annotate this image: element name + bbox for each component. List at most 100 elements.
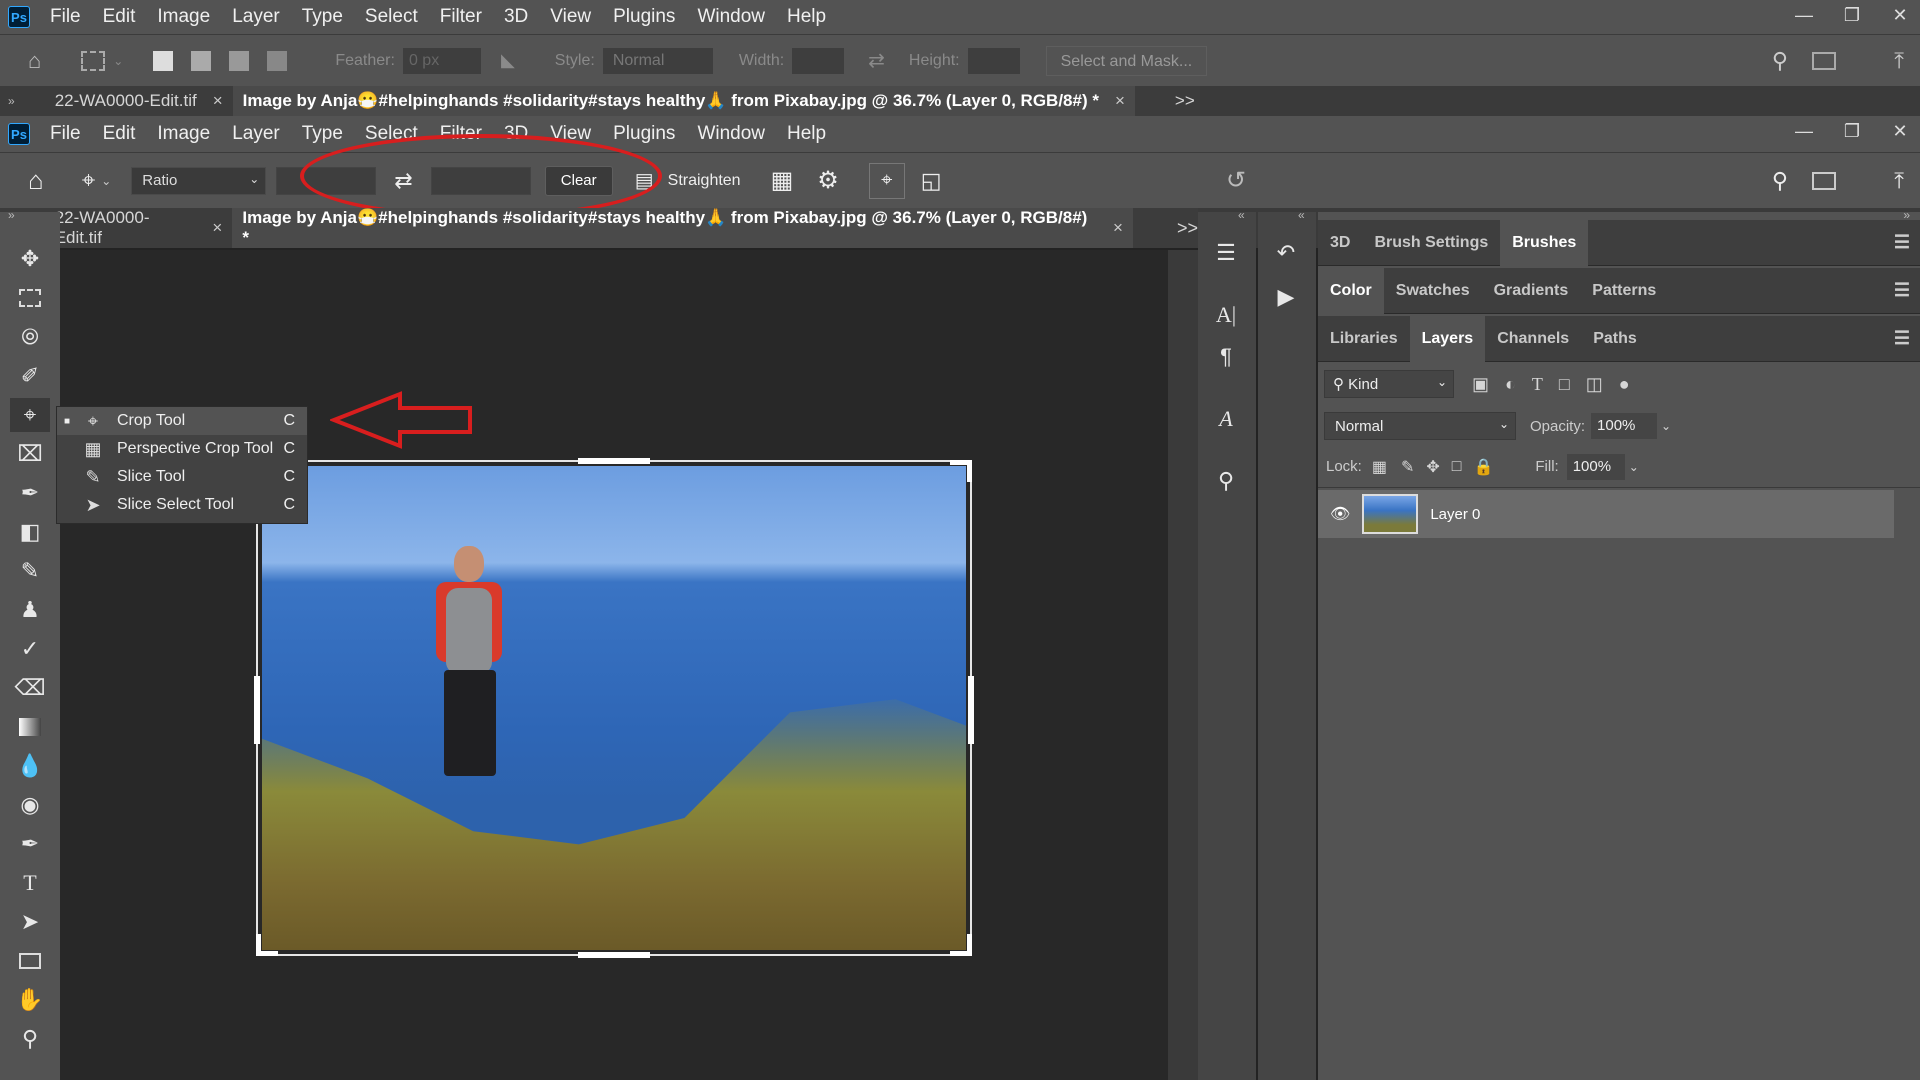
glyphs-icon[interactable]: A: [1206, 402, 1246, 436]
frame-tool-icon[interactable]: ⌧: [10, 437, 50, 471]
crop-handle-top[interactable]: [578, 458, 650, 464]
restore-icon[interactable]: ❐: [1832, 116, 1872, 150]
character-icon[interactable]: A|: [1206, 298, 1246, 332]
tab-gradients[interactable]: Gradients: [1482, 268, 1581, 314]
intersect-selection-icon[interactable]: [267, 50, 288, 71]
brush-tool-icon[interactable]: ✎: [10, 554, 50, 588]
hand-tool-icon[interactable]: ✋: [10, 983, 50, 1017]
tab-brushes[interactable]: Brushes: [1500, 219, 1589, 266]
tab-brush-settings[interactable]: Brush Settings: [1362, 220, 1500, 266]
blur-tool-icon[interactable]: 💧: [10, 749, 50, 783]
feather-input[interactable]: 0 px: [402, 47, 481, 74]
properties-icon[interactable]: ☰: [1206, 236, 1246, 270]
new-selection-icon[interactable]: [153, 50, 174, 71]
move-tool-icon[interactable]: ✥: [10, 242, 50, 276]
crop-handle-bottom[interactable]: [578, 952, 650, 958]
tab-doc-1[interactable]: 22-WA0000-Edit.tif ×: [45, 208, 233, 248]
shape-filter-icon[interactable]: □: [1559, 374, 1570, 395]
actions-play-icon[interactable]: ▶: [1266, 280, 1306, 314]
menu-edit[interactable]: Edit: [103, 6, 136, 28]
home-icon[interactable]: ⌂: [28, 48, 41, 74]
layer-name[interactable]: Layer 0: [1430, 506, 1480, 523]
menu-plugins[interactable]: Plugins: [613, 123, 675, 145]
menu-file[interactable]: File: [50, 123, 81, 145]
close-icon[interactable]: ×: [213, 91, 223, 111]
marquee-icon[interactable]: [81, 50, 106, 71]
crop-handle-left[interactable]: [254, 676, 260, 744]
vertical-scrollbar[interactable]: [1168, 250, 1198, 1080]
tab-color[interactable]: Color: [1318, 267, 1384, 314]
menu-type[interactable]: Type: [302, 6, 343, 28]
eraser-tool-icon[interactable]: ⌫: [10, 671, 50, 705]
chevron-down-icon[interactable]: ⌄: [101, 174, 111, 188]
lasso-tool-icon[interactable]: ⦾: [10, 320, 50, 354]
lock-transparent-icon[interactable]: ▦: [1372, 457, 1387, 477]
menu-layer[interactable]: Layer: [232, 123, 280, 145]
opacity-input[interactable]: 100%: [1591, 413, 1658, 439]
subtract-selection-icon[interactable]: [229, 50, 250, 71]
menu-view[interactable]: View: [550, 6, 591, 28]
restore-icon[interactable]: ❐: [1832, 0, 1872, 34]
chevron-down-icon[interactable]: ⌄: [1629, 460, 1639, 474]
tab-swatches[interactable]: Swatches: [1384, 268, 1482, 314]
tab-overflow-icon[interactable]: >>: [1177, 218, 1198, 239]
rectangle-tool-icon[interactable]: [10, 944, 50, 978]
chevron-down-icon[interactable]: ⌄: [1661, 419, 1671, 433]
collapse-icon[interactable]: «: [1238, 208, 1245, 222]
menu-window[interactable]: Window: [697, 6, 765, 28]
swap-icon[interactable]: ⇄: [868, 48, 885, 73]
marquee-tool-icon[interactable]: [10, 281, 50, 315]
zoom-tool-icon[interactable]: ⚲: [10, 1022, 50, 1056]
ratio-select[interactable]: Ratio ⌄: [131, 166, 267, 195]
share-icon[interactable]: ⤒: [1894, 168, 1904, 194]
chevron-down-icon[interactable]: ⌄: [113, 54, 123, 68]
select-and-mask-button[interactable]: Select and Mask...: [1045, 45, 1208, 76]
minimize-icon[interactable]: —: [1784, 116, 1824, 150]
reset-icon[interactable]: ↺: [1226, 166, 1246, 195]
type-tool-icon[interactable]: T: [10, 866, 50, 900]
workspace-icon[interactable]: [1812, 51, 1836, 70]
menu-image[interactable]: Image: [157, 6, 210, 28]
close-window-icon[interactable]: ✕: [1880, 116, 1920, 150]
tab-patterns[interactable]: Patterns: [1580, 268, 1668, 314]
flyout-item-slice[interactable]: ✎ Slice Tool C: [57, 463, 307, 491]
dodge-tool-icon[interactable]: ◉: [10, 788, 50, 822]
grid-overlay-icon[interactable]: ▦: [771, 166, 794, 195]
ghost-tab-2[interactable]: Image by Anja😷#helpinghands #solidarity#…: [232, 86, 1135, 116]
crop-handle-right[interactable]: [968, 676, 974, 744]
flyout-item-perspective-crop[interactable]: ▦ Perspective Crop Tool C: [57, 435, 307, 463]
tab-paths[interactable]: Paths: [1581, 316, 1649, 362]
menu-select[interactable]: Select: [365, 6, 418, 28]
panel-menu-icon[interactable]: ☰: [1894, 280, 1910, 301]
tab-doc-2[interactable]: Image by Anja😷#helpinghands #solidarity#…: [232, 208, 1133, 248]
history-icon[interactable]: ↶: [1266, 236, 1306, 270]
type-filter-icon[interactable]: T: [1532, 374, 1543, 395]
straighten-label[interactable]: Straighten: [668, 172, 741, 190]
content-aware-icon[interactable]: ◱: [921, 168, 942, 194]
crop-boundary[interactable]: [256, 460, 972, 956]
crop-tool-icon[interactable]: ⌖: [10, 398, 50, 432]
flyout-item-slice-select[interactable]: ➤ Slice Select Tool C: [57, 491, 307, 519]
style-select[interactable]: Normal: [602, 47, 713, 74]
gradient-tool-icon[interactable]: [10, 710, 50, 744]
ghost-tab-1[interactable]: 22-WA0000-Edit.tif ×: [45, 86, 233, 116]
height-input[interactable]: [967, 47, 1020, 74]
tab-layers[interactable]: Layers: [1409, 315, 1486, 362]
lock-artboard-icon[interactable]: □: [1452, 458, 1462, 476]
pixel-filter-icon[interactable]: ▣: [1472, 374, 1489, 395]
tab-overflow-icon[interactable]: >>: [1175, 91, 1195, 111]
anti-alias-icon[interactable]: ◣: [501, 50, 515, 71]
collapse-icon[interactable]: »: [8, 94, 15, 108]
menu-help[interactable]: Help: [787, 6, 826, 28]
blend-mode-select[interactable]: Normal ⌄: [1324, 412, 1516, 440]
history-brush-icon[interactable]: ✓: [10, 632, 50, 666]
lock-all-icon[interactable]: 🔒: [1473, 457, 1493, 477]
minimize-icon[interactable]: —: [1784, 0, 1824, 34]
tab-libraries[interactable]: Libraries: [1318, 316, 1410, 362]
crop-handle-br[interactable]: [950, 934, 972, 956]
smart-object-filter-icon[interactable]: ◫: [1586, 374, 1603, 395]
close-window-icon[interactable]: ✕: [1880, 0, 1920, 34]
menu-filter[interactable]: Filter: [440, 6, 482, 28]
pen-tool-icon[interactable]: ✒: [10, 827, 50, 861]
share-icon[interactable]: ⤒: [1894, 48, 1904, 74]
